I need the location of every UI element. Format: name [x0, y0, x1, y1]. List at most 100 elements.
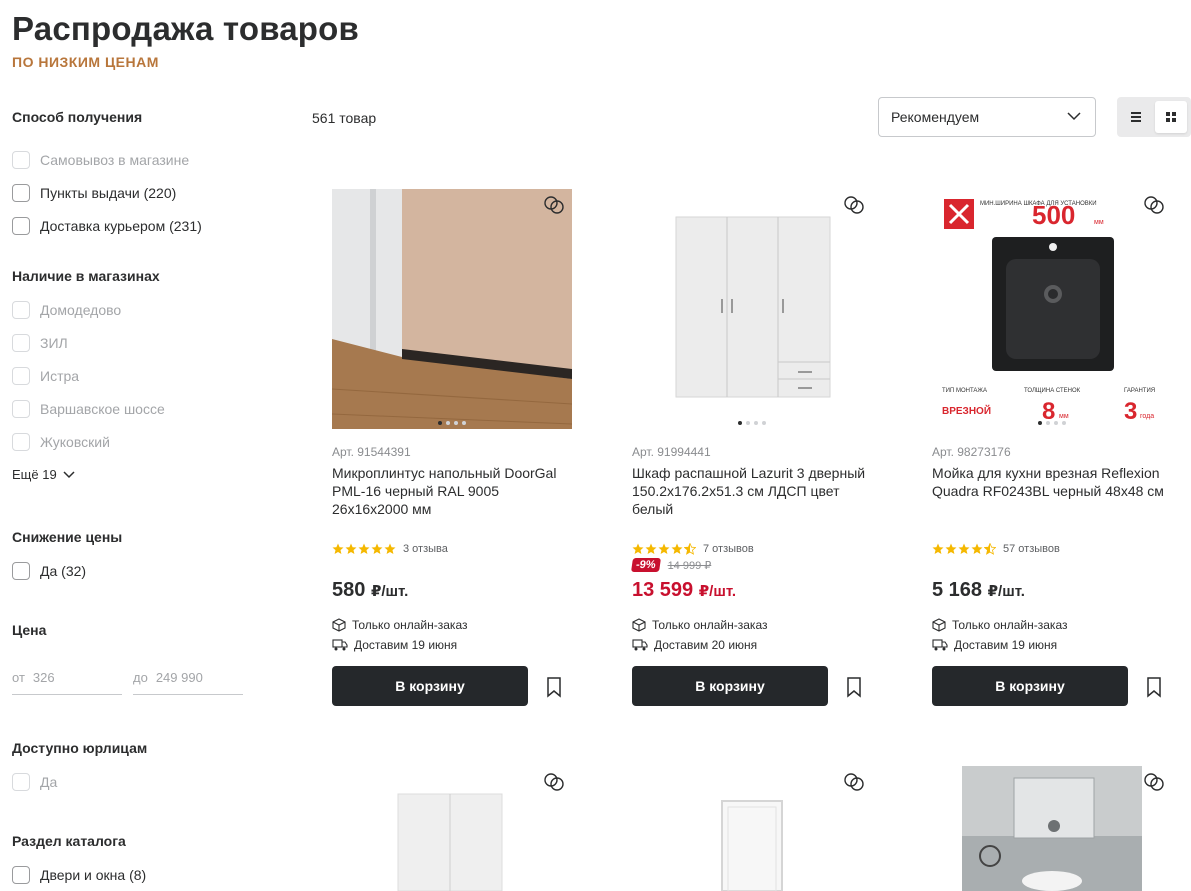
checkbox[interactable]	[12, 562, 30, 580]
product-image[interactable]	[632, 766, 872, 891]
rating-stars	[632, 543, 696, 555]
reviews-count: 57 отзывов	[1003, 543, 1060, 555]
rating-stars	[332, 543, 396, 555]
checkbox[interactable]	[12, 217, 30, 235]
product-card[interactable]	[632, 766, 872, 891]
product-card[interactable]: Арт. 91994441 Шкаф распашной Lazurit 3 д…	[631, 189, 872, 709]
product-image[interactable]	[632, 189, 872, 429]
product-article: Арт. 91544391	[332, 445, 411, 459]
product-rating[interactable]: 57 отзывов	[932, 543, 1060, 555]
checkbox[interactable]	[12, 866, 30, 884]
online-only-info: Только онлайн-заказ	[332, 618, 467, 632]
checkbox	[12, 367, 30, 385]
delivery-info: Доставим 20 июня	[632, 638, 757, 652]
product-rating[interactable]: 7 отзывов	[632, 543, 754, 555]
compare-icon[interactable]	[1142, 770, 1166, 794]
grid-icon	[1166, 112, 1176, 122]
product-card[interactable]	[332, 766, 572, 891]
filter-option: Истра	[12, 365, 79, 387]
list-view-button[interactable]	[1120, 101, 1152, 133]
product-image[interactable]	[332, 766, 572, 891]
bookmark-icon[interactable]	[1142, 675, 1166, 699]
delivery-info: Доставим 19 июня	[932, 638, 1057, 652]
star-icon	[332, 543, 344, 554]
price-from-input[interactable]: от 326	[12, 660, 122, 695]
product-card[interactable]: Арт. 91544391 Микроплинтус напольный Doo…	[332, 189, 572, 709]
star-half-icon	[984, 543, 996, 555]
star-icon	[345, 543, 357, 554]
product-card[interactable]	[932, 766, 1172, 891]
filter-option: Домодедово	[12, 299, 121, 321]
product-title[interactable]: Шкаф распашной Lazurit 3 дверный 150.2x1…	[632, 464, 872, 518]
chevron-down-icon	[1067, 112, 1081, 121]
online-only-info: Только онлайн-заказ	[632, 618, 767, 632]
show-more-stores-link[interactable]: Ещё 19	[12, 467, 75, 482]
product-rating[interactable]: 3 отзыва	[332, 543, 448, 555]
product-count: 561 товар	[312, 110, 377, 126]
product-card[interactable]: МИН.ШИРИНА ШКАФА ДЛЯ УСТАНОВКИ 500 мм ТИ…	[932, 189, 1172, 709]
filter-title: Снижение цены	[12, 529, 123, 545]
online-only-info: Только онлайн-заказ	[932, 618, 1067, 632]
filter-catalog: Раздел каталога Двери и окна (8)	[12, 833, 252, 884]
sort-value: Рекомендуем	[891, 109, 980, 125]
compare-icon[interactable]	[842, 193, 866, 217]
star-icon	[945, 543, 957, 554]
compare-icon[interactable]	[542, 770, 566, 794]
compare-icon[interactable]	[1142, 193, 1166, 217]
filter-stores: Наличие в магазинах Домодедово ЗИЛ Истра…	[12, 268, 252, 482]
promo-warranty-unit: года	[1140, 413, 1154, 420]
filter-delivery: Способ получения Самовывоз в магазине Пу…	[12, 109, 252, 235]
star-icon	[371, 543, 383, 554]
filter-option[interactable]: Пункты выдачи (220)	[12, 182, 176, 204]
discount-badge: -9%	[631, 558, 661, 572]
product-article: Арт. 98273176	[932, 445, 1011, 459]
star-icon	[632, 543, 644, 554]
price-to-input[interactable]: до 249 990	[133, 660, 243, 695]
checkbox	[12, 773, 30, 791]
product-title[interactable]: Микроплинтус напольный DoorGal PML-16 че…	[332, 464, 572, 518]
star-icon	[645, 543, 657, 554]
old-price: 14 999 ₽	[667, 559, 712, 572]
view-toggle	[1117, 97, 1191, 137]
filter-option[interactable]: Доставка курьером (231)	[12, 215, 202, 237]
filter-option: Да	[12, 771, 57, 793]
truck-icon	[632, 639, 648, 651]
page-subtitle: ПО НИЗКИМ ЦЕНАМ	[12, 54, 159, 70]
promo-wall-label: ТОЛЩИНА СТЕНОК	[1024, 388, 1081, 394]
filter-option: Самовывоз в магазине	[12, 149, 189, 171]
product-price: 5 168 ₽/шт.	[932, 579, 1025, 601]
filter-title: Наличие в магазинах	[12, 268, 160, 284]
star-icon	[932, 543, 944, 554]
compare-icon[interactable]	[842, 770, 866, 794]
product-title[interactable]: Мойка для кухни врезная Reflexion Quadra…	[932, 464, 1172, 500]
product-image[interactable]	[332, 189, 572, 429]
product-image[interactable]	[932, 766, 1172, 891]
add-to-cart-button[interactable]: В корзину	[632, 666, 828, 706]
filter-option[interactable]: Да (32)	[12, 560, 86, 582]
truck-icon	[332, 639, 348, 651]
filter-discount: Снижение цены Да (32)	[12, 529, 252, 580]
grid-view-button[interactable]	[1155, 101, 1187, 133]
filter-option: ЗИЛ	[12, 332, 68, 354]
reviews-count: 7 отзывов	[703, 543, 754, 555]
box-icon	[332, 618, 346, 632]
bookmark-icon[interactable]	[542, 675, 566, 699]
bookmark-icon[interactable]	[842, 675, 866, 699]
add-to-cart-button[interactable]: В корзину	[332, 666, 528, 706]
add-to-cart-button[interactable]: В корзину	[932, 666, 1128, 706]
filter-option[interactable]: Двери и окна (8)	[12, 864, 146, 886]
filter-option: Варшавское шоссе	[12, 398, 165, 420]
product-image[interactable]: МИН.ШИРИНА ШКАФА ДЛЯ УСТАНОВКИ 500 мм ТИ…	[932, 189, 1172, 429]
checkbox	[12, 151, 30, 169]
sort-select[interactable]: Рекомендуем	[878, 97, 1096, 137]
chevron-down-icon	[63, 470, 75, 478]
star-half-icon	[684, 543, 696, 555]
discount-row: -9% 14 999 ₽	[631, 558, 712, 572]
promo-mount-value: ВРЕЗНОЙ	[942, 404, 991, 417]
compare-icon[interactable]	[542, 193, 566, 217]
filter-title: Раздел каталога	[12, 833, 126, 849]
star-icon	[658, 543, 670, 554]
list-icon	[1131, 112, 1141, 122]
checkbox[interactable]	[12, 184, 30, 202]
product-price: 580 ₽/шт.	[332, 579, 409, 601]
